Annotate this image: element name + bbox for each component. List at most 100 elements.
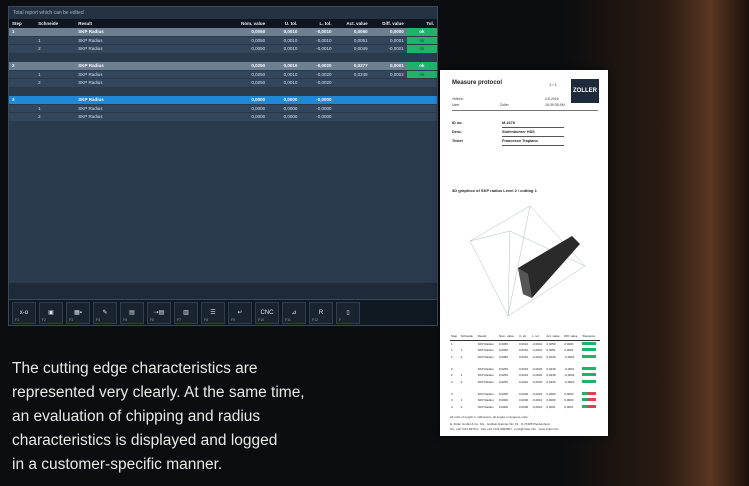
results-table: Step Schneide Result Nom. value U. tol. L. to… bbox=[9, 19, 437, 283]
doc-cell: 1 bbox=[451, 342, 453, 347]
cell-act: 0,0050 bbox=[334, 28, 371, 37]
cell-empty bbox=[268, 206, 301, 215]
table-row[interactable]: 1 SKP Radius 0,0250 0,0010 -0,0020 0,0248 0,00… bbox=[9, 70, 437, 79]
table-row[interactable]: 1 SKP Radius 0,0000 0,0000 -0,0000 bbox=[9, 104, 437, 113]
table-row[interactable] bbox=[9, 206, 437, 215]
table-row[interactable] bbox=[9, 223, 437, 232]
column-header[interactable]: Schneide bbox=[35, 19, 76, 28]
column-header[interactable]: Nom. value bbox=[226, 19, 269, 28]
toolbar-button-f1[interactable]: x-α F1 bbox=[12, 301, 36, 324]
table-row[interactable] bbox=[9, 53, 437, 62]
table-row[interactable] bbox=[9, 146, 437, 156]
cell-empty bbox=[334, 197, 371, 207]
toolbar-button-f11[interactable]: ⊿ F11 bbox=[282, 301, 306, 324]
tolerance-cell bbox=[581, 403, 600, 409]
measure-protocol-document: Measure protocol 1 / 1 ZOLLER »Mein« Use… bbox=[440, 70, 608, 436]
field-label: ID no. bbox=[452, 121, 463, 125]
cell-tol bbox=[406, 112, 437, 122]
cell-empty bbox=[75, 189, 226, 198]
table-row[interactable] bbox=[9, 265, 437, 275]
cell-empty bbox=[370, 163, 407, 173]
table-row[interactable]: 2 SKP Radius 0,0050 0,0010 -0,0010 0,0049 -0,0… bbox=[9, 44, 437, 54]
table-row[interactable] bbox=[9, 138, 437, 147]
toolbar-button-f6[interactable]: ⇢▤ F6 bbox=[147, 301, 171, 324]
cell-empty bbox=[35, 155, 76, 164]
doc-column-header: U. tol. bbox=[518, 332, 532, 341]
field-label: Tester bbox=[452, 139, 464, 143]
cell-empty bbox=[268, 197, 301, 207]
table-row[interactable] bbox=[9, 121, 437, 130]
toolbar-button-f4[interactable]: ✎ F4 bbox=[93, 301, 117, 324]
cell-step: 3 bbox=[9, 95, 36, 105]
doc-column-header: Tolerance bbox=[581, 332, 600, 341]
cell-cut: 1 bbox=[35, 70, 76, 79]
cell-empty bbox=[406, 206, 437, 215]
cell-empty bbox=[75, 146, 226, 156]
cell-cut: 2 bbox=[35, 78, 76, 88]
cell-empty bbox=[9, 180, 36, 190]
table-row[interactable] bbox=[9, 240, 437, 249]
list-icon: ☰ bbox=[210, 310, 216, 316]
table-row[interactable]: 1 SKP Radius 0,0050 0,0010 -0,0010 0,0051 0,00… bbox=[9, 36, 437, 45]
toolbar-button-f3[interactable]: ▦▪ F3 bbox=[66, 301, 90, 324]
cell-empty bbox=[9, 231, 36, 241]
toolbar-button-f[interactable]: ▯ F bbox=[336, 301, 360, 324]
table-row[interactable]: 3 SKP Radius 0,0000 0,0000 -0,0000 bbox=[9, 95, 437, 105]
toolbar-button-f5[interactable]: ▤ F5 bbox=[120, 301, 144, 324]
toolbar-button-f10[interactable]: CNC F10 bbox=[255, 301, 279, 324]
column-header[interactable]: U. tol. bbox=[268, 19, 301, 28]
table-row[interactable]: 2 SKP Radius 0,0250 0,0010 -0,0020 0,0277 0,00… bbox=[9, 61, 437, 71]
cell-result: SKP Radius bbox=[75, 70, 226, 79]
toolbar-button-f8[interactable]: ☰ F8 bbox=[201, 301, 225, 324]
column-header[interactable]: Diff. value bbox=[370, 19, 407, 28]
table-row[interactable] bbox=[9, 129, 437, 139]
cell-empty bbox=[370, 257, 407, 266]
doc-cell: -0,0010 bbox=[532, 404, 543, 409]
cell-empty bbox=[35, 231, 76, 241]
table-row[interactable]: 2 SKP Radius 0,0000 0,0000 -0,0000 bbox=[9, 112, 437, 122]
column-header[interactable]: Tol. bbox=[406, 19, 437, 28]
caption-line: an evaluation of chipping and radius bbox=[12, 408, 261, 425]
cell-empty bbox=[300, 257, 335, 266]
column-header[interactable]: Act. value bbox=[334, 19, 371, 28]
cell-nom bbox=[226, 53, 269, 62]
table-row[interactable] bbox=[9, 197, 437, 207]
cell-empty bbox=[75, 223, 226, 232]
cell-empty bbox=[300, 248, 335, 258]
cell-nom: 0,0000 bbox=[226, 104, 269, 113]
cell-empty bbox=[75, 240, 226, 249]
cell-lt: -0,0020 bbox=[300, 61, 335, 71]
cell-empty bbox=[268, 129, 301, 139]
table-row[interactable] bbox=[9, 248, 437, 258]
column-header[interactable]: Step bbox=[9, 19, 36, 28]
table-row[interactable] bbox=[9, 87, 437, 96]
table-row[interactable] bbox=[9, 180, 437, 190]
toolbar-button-f9[interactable]: ↵ F9 bbox=[228, 301, 252, 324]
table-row[interactable] bbox=[9, 163, 437, 173]
column-header[interactable]: L. tol. bbox=[300, 19, 335, 28]
column-header[interactable]: Result bbox=[75, 19, 226, 28]
table-row[interactable] bbox=[9, 214, 437, 224]
cell-empty bbox=[268, 180, 301, 190]
table-row[interactable] bbox=[9, 257, 437, 266]
cell-empty bbox=[226, 274, 269, 283]
table-row[interactable]: 1 SKP Radius 0,0050 0,0010 -0,0010 0,0050 0,00… bbox=[9, 28, 437, 37]
cell-empty bbox=[300, 146, 335, 156]
cell-empty bbox=[35, 121, 76, 130]
function-key-label: F10 bbox=[258, 317, 265, 322]
cell-empty bbox=[35, 129, 76, 139]
doc-column-header: L. tol. bbox=[531, 332, 546, 341]
cell-empty bbox=[406, 180, 437, 190]
toolbar-button-f7[interactable]: ▥ F7 bbox=[174, 301, 198, 324]
cell-diff: 0,0001 bbox=[370, 61, 407, 71]
cell-empty bbox=[9, 172, 36, 181]
table-row[interactable]: 2 SKP Radius 0,0250 0,0010 -0,0020 bbox=[9, 78, 437, 88]
cell-empty bbox=[9, 138, 36, 147]
table-row[interactable] bbox=[9, 172, 437, 181]
table-row[interactable] bbox=[9, 189, 437, 198]
table-row[interactable] bbox=[9, 274, 437, 283]
toolbar-button-f12[interactable]: R F12 bbox=[309, 301, 333, 324]
toolbar-button-f2[interactable]: ▣ F2 bbox=[39, 301, 63, 324]
table-row[interactable] bbox=[9, 155, 437, 164]
table-row[interactable] bbox=[9, 231, 437, 241]
